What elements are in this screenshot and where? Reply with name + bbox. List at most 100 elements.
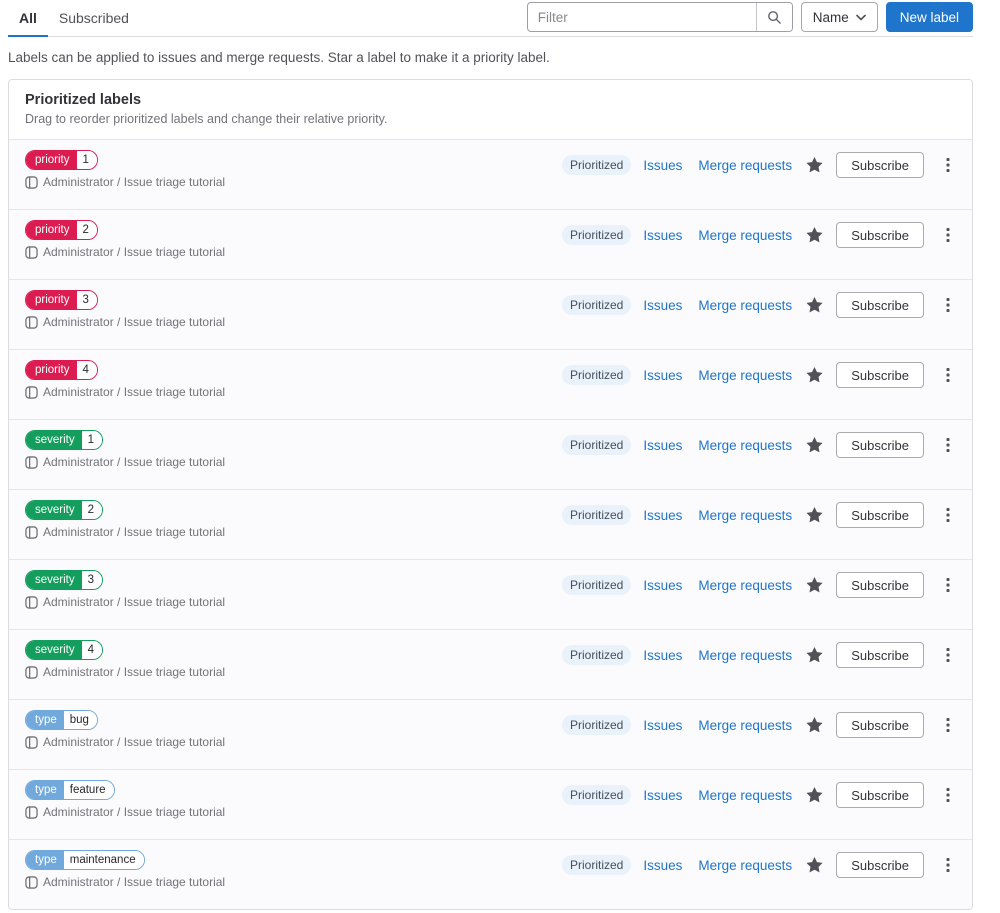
merge-requests-link[interactable]: Merge requests: [698, 298, 792, 313]
page-description: Labels can be applied to issues and merg…: [8, 50, 550, 65]
issues-link[interactable]: Issues: [643, 158, 682, 173]
scoped-label-badge[interactable]: priority 2: [25, 220, 98, 240]
scoped-label-badge[interactable]: priority 4: [25, 360, 98, 380]
filter-input[interactable]: [527, 3, 756, 31]
scoped-label-badge[interactable]: type feature: [25, 780, 115, 800]
project-path-text: Administrator / Issue triage tutorial: [43, 525, 226, 539]
kebab-icon: [946, 297, 950, 313]
unprioritize-star-button[interactable]: [806, 297, 823, 313]
prioritized-badge: Prioritized: [562, 645, 632, 665]
unprioritize-star-button[interactable]: [806, 717, 823, 733]
unprioritize-star-button[interactable]: [806, 507, 823, 523]
unprioritize-star-button[interactable]: [806, 437, 823, 453]
issues-link[interactable]: Issues: [643, 438, 682, 453]
unprioritize-star-button[interactable]: [806, 787, 823, 803]
project-icon: [25, 246, 38, 264]
merge-requests-link[interactable]: Merge requests: [698, 648, 792, 663]
merge-requests-link[interactable]: Merge requests: [698, 508, 792, 523]
issues-link[interactable]: Issues: [643, 578, 682, 593]
scoped-label-badge[interactable]: severity 3: [25, 570, 104, 590]
label-options-kebab[interactable]: [940, 293, 956, 317]
project-icon: [25, 176, 38, 194]
label-options-kebab[interactable]: [940, 153, 956, 177]
merge-requests-link[interactable]: Merge requests: [698, 158, 792, 173]
issues-link[interactable]: Issues: [643, 858, 682, 873]
label-row-actions: Prioritized Issues Merge requests Subscr…: [562, 642, 956, 668]
merge-requests-link[interactable]: Merge requests: [698, 718, 792, 733]
star-icon: [806, 157, 823, 173]
merge-requests-link[interactable]: Merge requests: [698, 228, 792, 243]
project-icon: [25, 736, 38, 754]
label-row: severity 1 Administrator / Issue triage …: [9, 419, 972, 489]
new-label-button[interactable]: New label: [885, 2, 973, 32]
issues-link[interactable]: Issues: [643, 298, 682, 313]
unprioritize-star-button[interactable]: [806, 647, 823, 663]
project-path: Administrator / Issue triage tutorial: [25, 735, 245, 751]
tab-subscribed[interactable]: Subscribed: [48, 0, 140, 37]
scoped-label-badge[interactable]: type maintenance: [25, 850, 145, 870]
sort-dropdown[interactable]: Name: [800, 2, 878, 32]
kebab-icon: [946, 227, 950, 243]
merge-requests-link[interactable]: Merge requests: [698, 578, 792, 593]
unprioritize-star-button[interactable]: [806, 227, 823, 243]
issues-link[interactable]: Issues: [643, 788, 682, 803]
search-button[interactable]: [755, 3, 792, 31]
project-path: Administrator / Issue triage tutorial: [25, 665, 245, 681]
subscribe-button[interactable]: Subscribe: [836, 292, 924, 318]
project-icon: [25, 666, 38, 684]
label-value: 4: [76, 361, 97, 379]
star-icon: [806, 857, 823, 873]
project-icon: [25, 806, 38, 824]
label-options-kebab[interactable]: [940, 433, 956, 457]
label-row-actions: Prioritized Issues Merge requests Subscr…: [562, 222, 956, 248]
scoped-label-badge[interactable]: severity 1: [25, 430, 104, 450]
issues-link[interactable]: Issues: [643, 648, 682, 663]
subscribe-button[interactable]: Subscribe: [836, 152, 924, 178]
merge-requests-link[interactable]: Merge requests: [698, 788, 792, 803]
subscribe-button[interactable]: Subscribe: [836, 362, 924, 388]
label-options-kebab[interactable]: [940, 713, 956, 737]
label-options-kebab[interactable]: [940, 643, 956, 667]
subscribe-button[interactable]: Subscribe: [836, 782, 924, 808]
project-path: Administrator / Issue triage tutorial: [25, 175, 245, 191]
label-options-kebab[interactable]: [940, 573, 956, 597]
label-value: 1: [81, 431, 103, 449]
label-options-kebab[interactable]: [940, 853, 956, 877]
label-row-actions: Prioritized Issues Merge requests Subscr…: [562, 292, 956, 318]
label-row-actions: Prioritized Issues Merge requests Subscr…: [562, 782, 956, 808]
issues-link[interactable]: Issues: [643, 228, 682, 243]
scoped-label-badge[interactable]: severity 2: [25, 500, 104, 520]
label-options-kebab[interactable]: [940, 223, 956, 247]
subscribe-button[interactable]: Subscribe: [836, 712, 924, 738]
subscribe-button[interactable]: Subscribe: [836, 572, 924, 598]
merge-requests-link[interactable]: Merge requests: [698, 438, 792, 453]
subscribe-button[interactable]: Subscribe: [836, 432, 924, 458]
unprioritize-star-button[interactable]: [806, 577, 823, 593]
label-options-kebab[interactable]: [940, 503, 956, 527]
scoped-label-badge[interactable]: severity 4: [25, 640, 104, 660]
label-row-info: priority 2 Administrator / Issue triage …: [25, 220, 245, 261]
label-options-kebab[interactable]: [940, 783, 956, 807]
issues-link[interactable]: Issues: [643, 508, 682, 523]
scoped-label-badge[interactable]: type bug: [25, 710, 98, 730]
scoped-label-badge[interactable]: priority 3: [25, 290, 98, 310]
unprioritize-star-button[interactable]: [806, 367, 823, 383]
subscribe-button[interactable]: Subscribe: [836, 222, 924, 248]
issues-link[interactable]: Issues: [643, 368, 682, 383]
subscribe-button[interactable]: Subscribe: [836, 642, 924, 668]
issues-link[interactable]: Issues: [643, 718, 682, 733]
scoped-label-badge[interactable]: priority 1: [25, 150, 98, 170]
label-options-kebab[interactable]: [940, 363, 956, 387]
merge-requests-link[interactable]: Merge requests: [698, 858, 792, 873]
unprioritize-star-button[interactable]: [806, 857, 823, 873]
merge-requests-link[interactable]: Merge requests: [698, 368, 792, 383]
tab-all[interactable]: All: [8, 0, 48, 37]
subscribe-button[interactable]: Subscribe: [836, 502, 924, 528]
label-value: 3: [81, 571, 103, 589]
label-scope: priority: [26, 221, 77, 239]
unprioritize-star-button[interactable]: [806, 157, 823, 173]
label-row-info: severity 2 Administrator / Issue triage …: [25, 500, 245, 541]
prioritized-badge: Prioritized: [562, 155, 632, 175]
label-row-info: type feature Administrator / Issue triag…: [25, 780, 245, 821]
subscribe-button[interactable]: Subscribe: [836, 852, 924, 878]
